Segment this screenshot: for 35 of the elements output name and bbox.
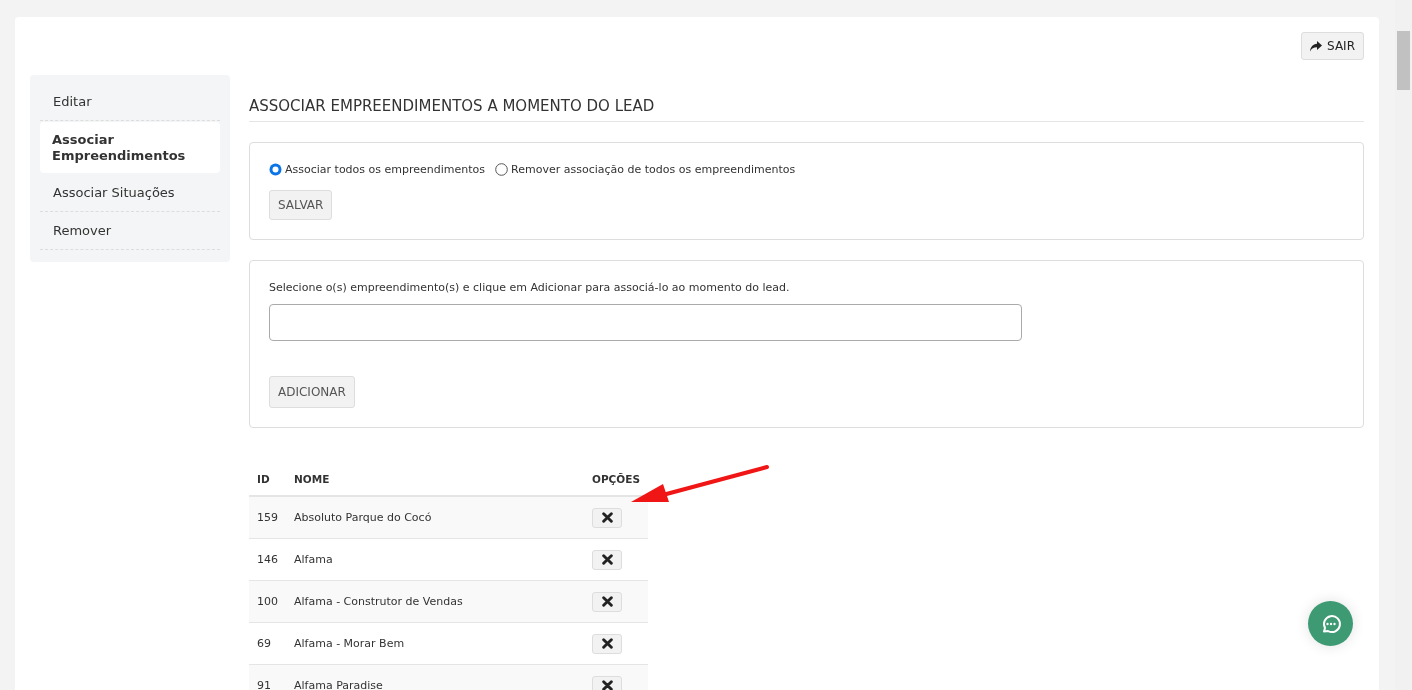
radio-button[interactable]	[269, 163, 282, 176]
radio-label: Associar todos os empreendimentos	[285, 163, 486, 176]
page-title: ASSOCIAR EMPREENDIMENTOS A MOMENTO DO LEAD	[249, 97, 1364, 122]
name-cell: Alfama	[286, 538, 584, 581]
sidebar-item[interactable]: Associar Empreendimentos	[40, 122, 220, 174]
instruction-text: Selecione o(s) empreendimento(s) e clique em Adicionar para associá-lo ao momento do lead.	[269, 281, 791, 294]
remove-button[interactable]	[592, 549, 622, 570]
search-field[interactable]	[269, 304, 1022, 341]
radio-label: Remover associação de todos os empreendimentos	[511, 163, 796, 176]
name-cell: Alfama Paradise	[286, 664, 584, 690]
sidebar-item[interactable]: Remover	[40, 212, 220, 251]
close-icon	[601, 512, 613, 523]
id-cell: 91	[249, 664, 286, 690]
remove-button[interactable]	[592, 507, 622, 528]
id-cell: 159	[249, 496, 286, 539]
remove-button[interactable]	[592, 633, 622, 654]
save-button[interactable]: SALVAR	[269, 190, 333, 220]
close-icon	[601, 680, 613, 690]
id-cell: 69	[249, 622, 286, 665]
name-cell: Absoluto Parque do Cocó	[286, 496, 584, 539]
name-cell: Alfama - Morar Bem	[286, 622, 584, 665]
close-icon	[601, 596, 613, 607]
id-cell: 100	[249, 580, 286, 623]
exit-button[interactable]: SAIR	[1301, 32, 1364, 60]
name-cell: Alfama - Construtor de Vendas	[286, 580, 584, 623]
id-cell: 146	[249, 538, 286, 581]
sidebar-item[interactable]: Editar	[40, 83, 220, 121]
add-button[interactable]: ADICIONAR	[269, 376, 355, 408]
close-icon	[601, 554, 613, 565]
remove-button[interactable]	[592, 591, 622, 612]
radio-button[interactable]	[495, 163, 509, 176]
sidebar-item[interactable]: Associar Situações	[40, 174, 220, 213]
share-arrow-icon	[1310, 40, 1323, 52]
close-icon	[601, 638, 613, 649]
remove-button[interactable]	[592, 675, 622, 690]
